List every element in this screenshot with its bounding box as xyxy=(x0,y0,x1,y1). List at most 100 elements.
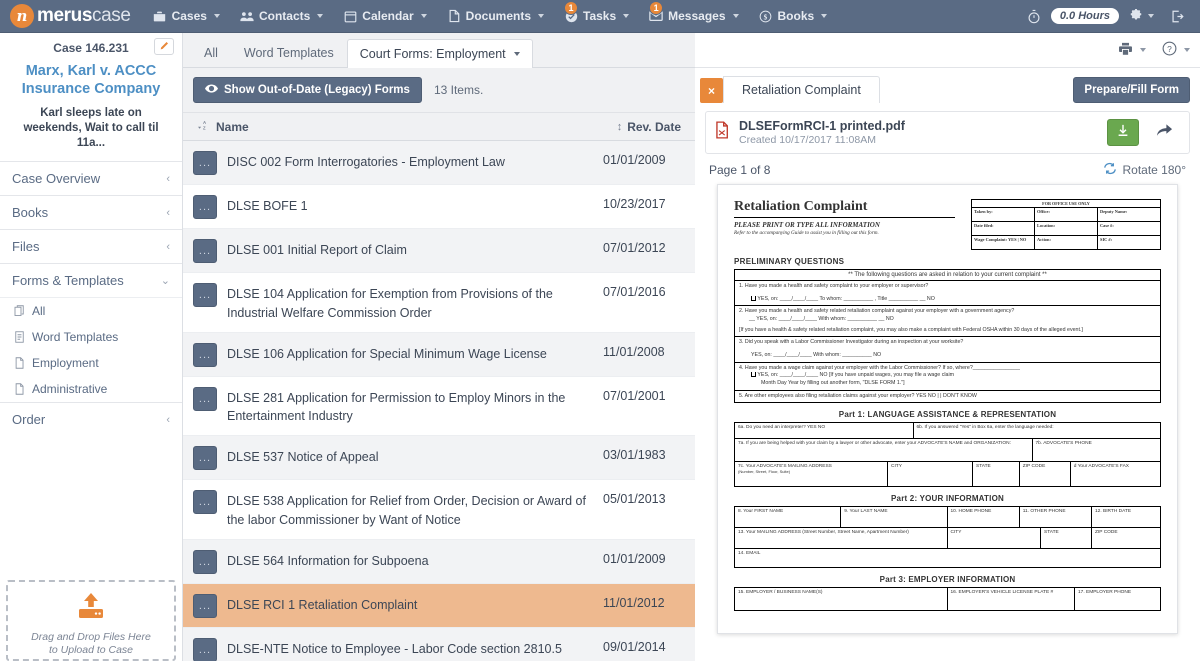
document-icon xyxy=(447,9,461,23)
pdf-preview[interactable]: Retaliation Complaint PLEASE PRINT OR TY… xyxy=(717,184,1178,634)
show-legacy-forms-button[interactable]: Show Out-of-Date (Legacy) Forms xyxy=(193,77,422,103)
nav-item-tasks[interactable]: 1 Tasks xyxy=(554,0,639,33)
gear-icon[interactable] xyxy=(1123,9,1160,23)
row-menu-button[interactable]: ... xyxy=(193,593,217,618)
column-header-name[interactable]: AZ Name xyxy=(197,119,617,134)
table-row[interactable]: ... DLSE 104 Application for Exemption f… xyxy=(183,273,695,333)
chevron-left-icon: ‹ xyxy=(166,413,170,426)
nav-item-books[interactable]: $ Books xyxy=(749,0,838,33)
pdf-preliminary-heading: PRELIMINARY QUESTIONS xyxy=(734,257,845,266)
hours-pill[interactable]: 0.0 Hours xyxy=(1050,8,1119,24)
sidebar-subitem-all[interactable]: All xyxy=(0,298,182,324)
chevron-down-icon xyxy=(538,14,544,18)
sidebar-item-files[interactable]: Files ‹ xyxy=(0,229,182,263)
pdf-part1-heading: Part 1: LANGUAGE ASSISTANCE & REPRESENTA… xyxy=(838,410,1057,420)
row-menu-button[interactable]: ... xyxy=(193,151,217,175)
table-row[interactable]: ... DLSE 001 Initial Report of Claim 07/… xyxy=(183,229,695,273)
chevron-down-icon xyxy=(213,14,220,18)
sort-updown-icon: ↕ xyxy=(616,120,623,133)
page-indicator: Page 1 of 8 xyxy=(709,163,771,177)
rotate-button[interactable]: Rotate 180° xyxy=(1103,162,1186,178)
nav-item-cases[interactable]: Cases xyxy=(143,0,230,33)
stopwatch-icon[interactable] xyxy=(1021,9,1047,24)
pdf-instruction-2: Refer to the accompanying Guide to assis… xyxy=(734,230,879,236)
svg-text:?: ? xyxy=(1167,44,1172,54)
pdf-q4-text: 4. Have you made a wage claim against yo… xyxy=(739,364,1020,371)
pdf-field-state: STATE xyxy=(1041,528,1092,549)
pdf-question-1: 1. Have you made a health and safety com… xyxy=(735,281,1160,307)
sidebar-subitem-employment[interactable]: Employment xyxy=(0,350,182,376)
nav-item-contacts[interactable]: Contacts xyxy=(230,0,333,33)
table-row[interactable]: ... DLSE 564 Information for Subpoena 01… xyxy=(183,539,695,584)
table-row[interactable]: ... DLSE 106 Application for Special Min… xyxy=(183,332,695,377)
row-menu-button[interactable]: ... xyxy=(193,549,217,574)
table-row[interactable]: ... DLSE-NTE Notice to Employee - Labor … xyxy=(183,627,695,661)
share-button[interactable] xyxy=(1148,123,1181,143)
sidebar-item-forms-templates[interactable]: Forms & Templates ⌄ xyxy=(0,263,182,297)
row-menu-button[interactable]: ... xyxy=(193,490,217,514)
nav-label-calendar: Calendar xyxy=(362,9,414,23)
row-menu-button[interactable]: ... xyxy=(193,283,217,307)
row-menu-button[interactable]: ... xyxy=(193,637,217,661)
nav-item-messages[interactable]: 1 Messages xyxy=(639,0,748,33)
download-button[interactable] xyxy=(1107,119,1139,146)
pdf-q3-text: 3. Did you speak with a Labor Commission… xyxy=(739,339,964,346)
pdf-q3-answer-line: YES, on: ____/____/____ With whom: _____… xyxy=(751,352,882,359)
table-row[interactable]: ... DLSE 537 Notice of Appeal 03/01/1983 xyxy=(183,436,695,480)
file-dropzone[interactable]: Drag and Drop Files Here to Upload to Ca… xyxy=(6,580,176,661)
logout-icon[interactable] xyxy=(1164,9,1190,24)
merus-case-app: n meruscase Cases Contacts Calendar Docu… xyxy=(0,0,1200,661)
nav-item-documents[interactable]: Documents xyxy=(437,0,554,33)
row-menu-button[interactable]: ... xyxy=(193,386,217,411)
pdf-q4-sub: Month Day Year by filling out another fo… xyxy=(761,380,905,387)
table-row[interactable]: ... DLSE 281 Application for Permission … xyxy=(183,376,695,436)
case-header: Case 146.231 Marx, Karl v. ACCC Insuranc… xyxy=(0,33,182,161)
tab-court-forms-employment[interactable]: Court Forms: Employment xyxy=(346,39,533,68)
nav-item-calendar[interactable]: Calendar xyxy=(333,0,436,33)
row-menu-button[interactable]: ... xyxy=(193,195,217,219)
sidebar-item-order[interactable]: Order ‹ xyxy=(0,402,182,436)
print-button[interactable] xyxy=(1118,42,1146,59)
table-row[interactable]: ... DISC 002 Form Interrogatories - Empl… xyxy=(183,141,695,185)
dropzone-line2: to Upload to Case xyxy=(48,644,134,657)
case-note: Karl sleeps late on weekends, Wait to ca… xyxy=(23,107,159,150)
sidebar-sublabel-employment: Employment xyxy=(32,356,99,371)
table-row[interactable]: ... DLSE BOFE 1 10/23/2017 xyxy=(183,185,695,229)
table-row[interactable]: ... DLSE 538 Application for Relief from… xyxy=(183,480,695,540)
pdf-field-6a: 6a. Do you need an interpreter? YES NO xyxy=(735,423,914,439)
pdf-field-7b: 7b. ADVOCATE'S PHONE xyxy=(1035,441,1092,447)
tab-all[interactable]: All xyxy=(191,38,231,67)
sidebar-item-case-overview[interactable]: Case Overview ‹ xyxy=(0,161,182,195)
sidebar-subitem-word-templates[interactable]: Word Templates xyxy=(0,324,182,350)
items-count: 13 Items. xyxy=(433,83,484,97)
chevron-down-icon xyxy=(1140,48,1146,52)
sidebar-label-books: Books xyxy=(12,205,49,221)
brand-logo[interactable]: n meruscase xyxy=(0,4,143,28)
rotate-label: Rotate 180° xyxy=(1122,163,1186,177)
row-menu-button[interactable]: ... xyxy=(193,446,217,470)
row-name: DLSE 106 Application for Special Minimum… xyxy=(227,346,547,361)
pdf-question-2: 2. Have you made a health and safety rel… xyxy=(735,306,1160,338)
nav-label-documents: Documents xyxy=(465,9,531,23)
help-button[interactable]: ? xyxy=(1162,41,1190,59)
edit-case-button[interactable] xyxy=(154,38,174,55)
column-header-rev-date[interactable]: ↕ Rev. Date xyxy=(617,120,681,134)
forms-row-list[interactable]: ... DISC 002 Form Interrogatories - Empl… xyxy=(183,141,695,661)
messages-badge: 1 xyxy=(649,0,664,15)
column-label-rev-date: Rev. Date xyxy=(627,119,681,134)
brand-name: meruscase xyxy=(37,5,131,27)
tab-word-templates[interactable]: Word Templates xyxy=(231,38,347,67)
table-row-selected[interactable]: ... DLSE RCI 1 Retaliation Complaint 11/… xyxy=(183,583,695,628)
close-document-button[interactable]: × xyxy=(700,78,723,103)
row-menu-button[interactable]: ... xyxy=(193,342,217,367)
case-title[interactable]: Marx, Karl v. ACCC Insurance Company xyxy=(10,62,172,98)
document-tab-retaliation-complaint[interactable]: Retaliation Complaint xyxy=(723,76,880,103)
prepare-fill-form-button[interactable]: Prepare/Fill Form xyxy=(1073,77,1190,103)
row-menu-button[interactable]: ... xyxy=(193,239,217,263)
chevron-down-icon xyxy=(513,52,520,56)
pdf-q1-answer-line: YES, on: ____/____/____ To whom: _______… xyxy=(739,296,1156,304)
pdf-field-7c: 7c. Your ADVOCATE'S MAILING ADDRESS (Numb… xyxy=(735,462,888,487)
sidebar-item-books[interactable]: Books ‹ xyxy=(0,195,182,229)
sidebar-subitem-administrative[interactable]: Administrative xyxy=(0,376,182,402)
upload-icon xyxy=(14,592,168,626)
